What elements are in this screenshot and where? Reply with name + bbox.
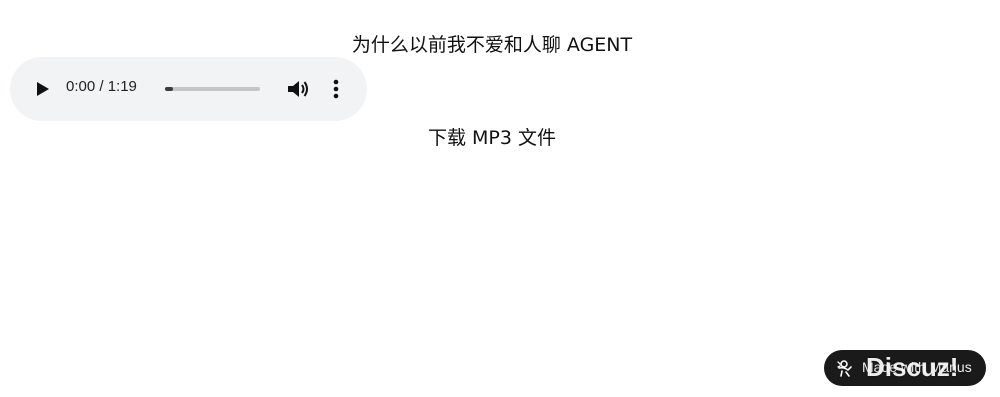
volume-button[interactable] (286, 78, 310, 100)
seek-progress-fill (165, 87, 173, 91)
play-icon (37, 82, 49, 96)
volume-icon (288, 81, 308, 97)
audio-player: 0:00 / 1:19 (10, 57, 367, 121)
discuz-watermark: Discuz! (866, 352, 959, 382)
more-options-button[interactable] (326, 77, 346, 101)
page: 为什么以前我不爱和人聊 AGENT 0:00 / 1:19 下载 MP3 文件 … (0, 0, 1000, 397)
play-button[interactable] (32, 79, 52, 99)
seek-slider[interactable] (165, 87, 260, 91)
download-mp3-link[interactable]: 下载 MP3 文件 (0, 123, 984, 150)
manus-logo-icon (837, 360, 852, 377)
more-vert-icon (333, 79, 339, 99)
page-title: 为什么以前我不爱和人聊 AGENT (351, 34, 633, 56)
time-display: 0:00 / 1:19 (66, 78, 137, 95)
